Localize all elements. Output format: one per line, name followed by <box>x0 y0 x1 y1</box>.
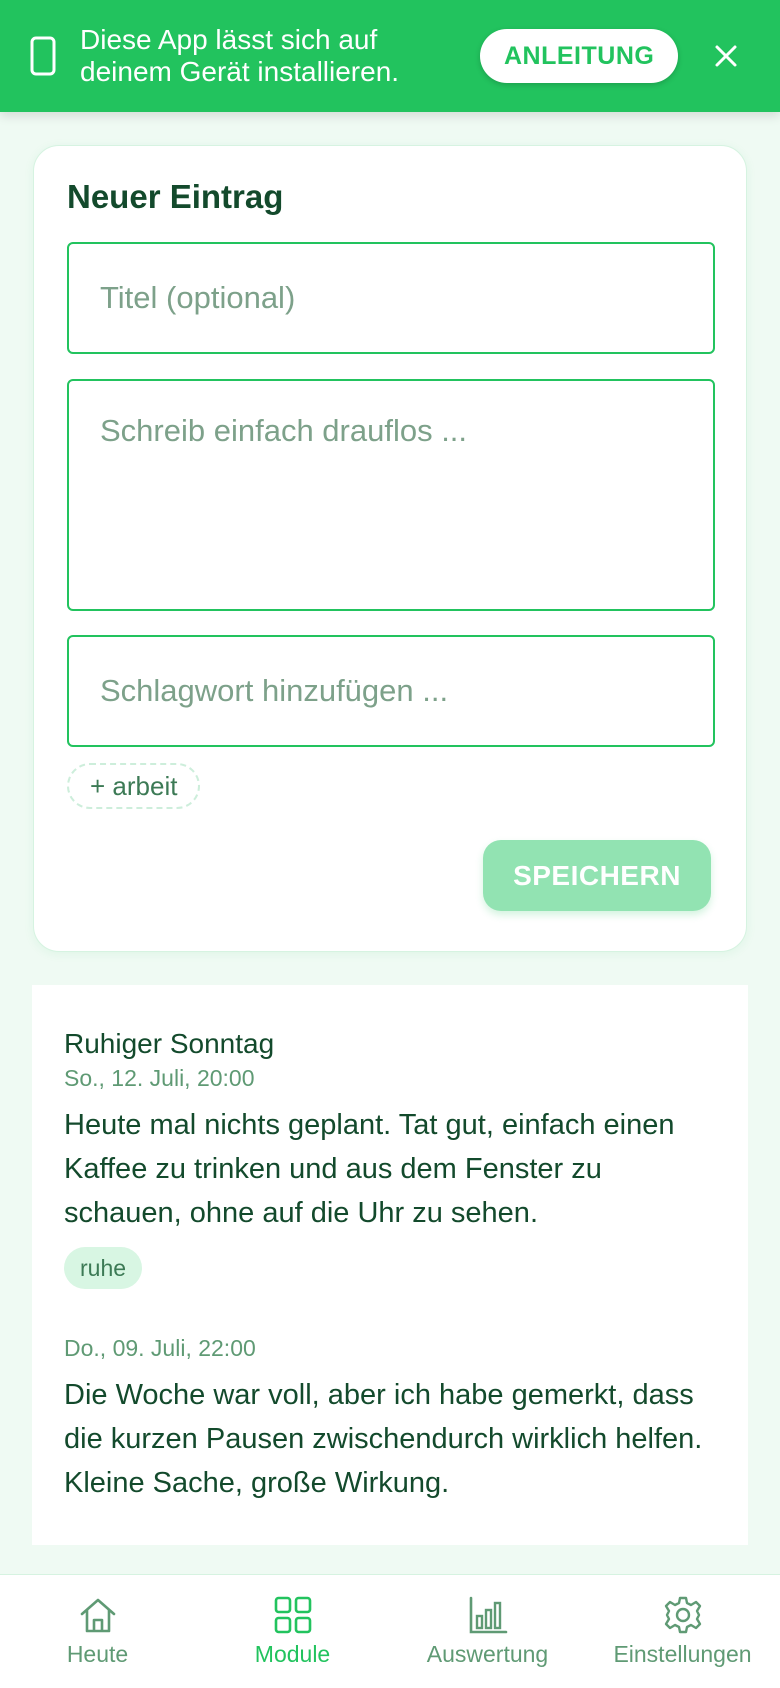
list-item[interactable]: Ruhiger Sonntag So., 12. Juli, 20:00 Heu… <box>64 1027 724 1289</box>
list-item[interactable]: Do., 09. Juli, 22:00 Die Woche war voll,… <box>64 1331 724 1505</box>
title-input[interactable] <box>67 242 715 354</box>
nav-label: Einstellungen <box>613 1641 752 1667</box>
new-entry-card: Neuer Eintrag + arbeit SPEICHERN <box>33 145 747 952</box>
phone-icon <box>30 36 56 76</box>
grid-icon <box>273 1595 313 1635</box>
nav-label: Heute <box>66 1641 129 1667</box>
home-icon <box>78 1595 118 1635</box>
nav-item-einstellungen[interactable]: Einstellungen <box>585 1575 780 1688</box>
guide-button[interactable]: ANLEITUNG <box>480 29 679 83</box>
entry-text: Heute mal nichts geplant. Tat gut, einfa… <box>64 1109 675 1229</box>
gear-icon <box>663 1595 703 1635</box>
install-banner-line-2: deinem Gerät installieren. <box>80 56 400 87</box>
nav-label: Auswertung <box>426 1641 549 1667</box>
nav-item-auswertung[interactable]: Auswertung <box>390 1575 585 1688</box>
suggested-tag-chip[interactable]: + arbeit <box>67 763 201 809</box>
new-entry-heading: Neuer Eintrag <box>67 178 284 215</box>
tag-input[interactable] <box>67 635 715 747</box>
entry-text-input[interactable] <box>67 379 715 611</box>
app-screen: Diese App lässt sich auf deinem Gerät in… <box>0 0 780 1688</box>
entry-title: Ruhiger Sonntag <box>64 1028 275 1059</box>
install-banner: Diese App lässt sich auf deinem Gerät in… <box>0 0 780 112</box>
entries-list: Ruhiger Sonntag So., 12. Juli, 20:00 Heu… <box>32 985 748 1545</box>
install-banner-text: Diese App lässt sich auf deinem Gerät in… <box>80 24 440 88</box>
close-icon[interactable] <box>706 36 746 76</box>
entry-date: So., 12. Juli, 20:00 <box>64 1065 255 1091</box>
nav-item-module[interactable]: Module <box>195 1575 390 1688</box>
nav-item-heute[interactable]: Heute <box>0 1575 195 1688</box>
bar-chart-icon <box>468 1595 508 1635</box>
bottom-nav: Heute Module Auswertung Einstellungen <box>0 1574 780 1688</box>
install-banner-line-1: Diese App lässt sich auf <box>80 24 378 55</box>
entry-text: Die Woche war voll, aber ich habe gemerk… <box>64 1379 703 1499</box>
save-button[interactable]: SPEICHERN <box>483 840 711 911</box>
entry-date: Do., 09. Juli, 22:00 <box>64 1335 256 1361</box>
nav-label: Module <box>254 1641 331 1667</box>
entry-tag[interactable]: ruhe <box>64 1247 143 1289</box>
